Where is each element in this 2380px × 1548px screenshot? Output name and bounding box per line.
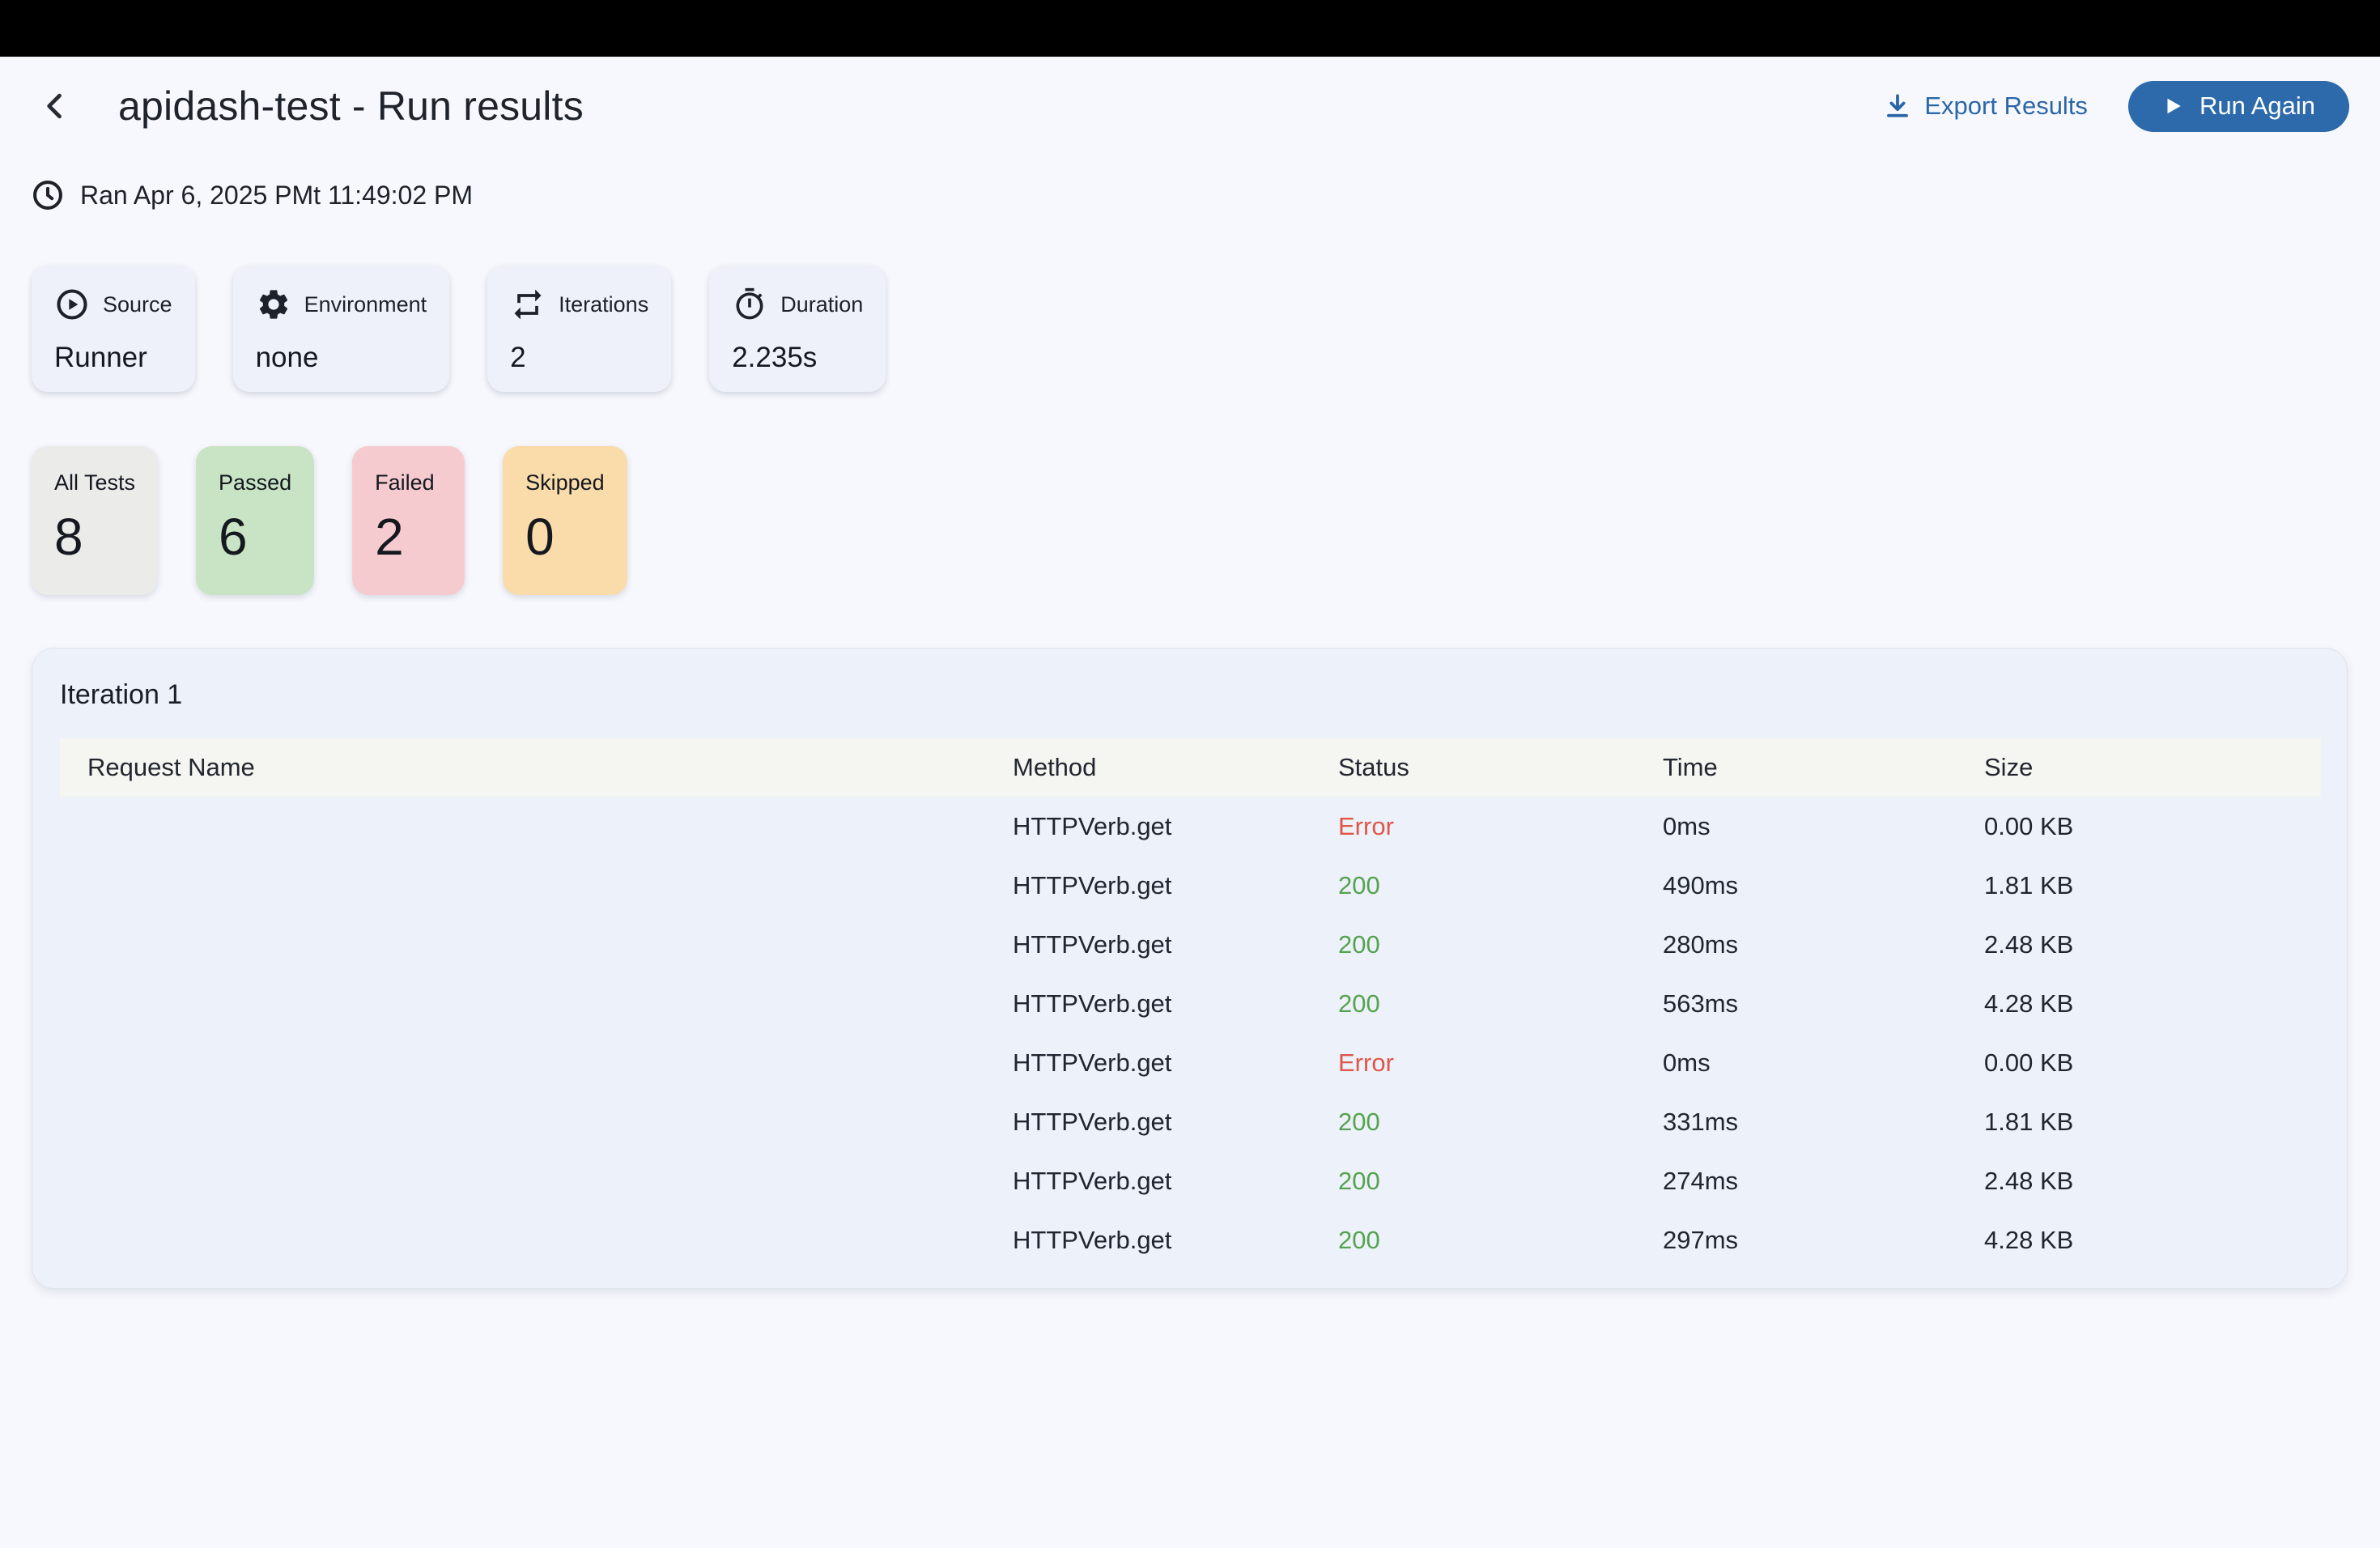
info-card-label: Iterations [559,292,648,317]
stat-card: Passed 6 [196,446,314,595]
column-header-status: Status [1338,753,1663,782]
size-cell: 2.48 KB [1984,930,2321,959]
play-icon [2162,96,2183,117]
status-cell: Error [1338,812,1663,841]
info-card-source: Source Runner [32,266,195,392]
iteration-title: Iteration 1 [60,678,2321,711]
status-cell: 200 [1338,989,1663,1019]
play-circle-icon [54,287,90,322]
table-row: HTTPVerb.get Error 0ms 0.00 KB [60,1033,2321,1092]
table-row: HTTPVerb.get 200 280ms 2.48 KB [60,915,2321,974]
method-cell: HTTPVerb.get [1013,930,1338,959]
stat-card-label: All Tests [54,470,135,495]
table-row: HTTPVerb.get 200 331ms 1.81 KB [60,1092,2321,1151]
info-card-environment: Environment none [233,266,450,392]
table-row: HTTPVerb.get 200 490ms 1.81 KB [60,856,2321,915]
method-cell: HTTPVerb.get [1013,989,1338,1019]
gear-icon [256,287,291,322]
size-cell: 2.48 KB [1984,1167,2321,1196]
stat-card: All Tests 8 [32,446,158,595]
download-icon [1882,91,1913,121]
stat-card-value: 6 [219,507,291,567]
info-card-value: 2.235s [732,342,863,374]
stat-card-label: Skipped [525,470,605,495]
size-cell: 4.28 KB [1984,1226,2321,1255]
info-card-value: 2 [510,342,648,374]
size-cell: 0.00 KB [1984,1048,2321,1078]
table-row: HTTPVerb.get Error 0ms 0.00 KB [60,797,2321,856]
run-again-button[interactable]: Run Again [2128,81,2349,132]
method-cell: HTTPVerb.get [1013,871,1338,900]
page-title: apidash-test - Run results [118,83,584,130]
page-header: apidash-test - Run results Export Result… [0,57,2380,155]
method-cell: HTTPVerb.get [1013,1108,1338,1137]
stat-card: Skipped 0 [503,446,627,595]
info-card-label: Environment [304,292,427,317]
run-timestamp: Ran Apr 6, 2025 PMt 11:49:02 PM [30,176,2380,214]
time-cell: 297ms [1663,1226,1984,1255]
method-cell: HTTPVerb.get [1013,1167,1338,1196]
time-cell: 280ms [1663,930,1984,959]
stat-card-label: Failed [375,470,442,495]
table-row: HTTPVerb.get 200 563ms 4.28 KB [60,974,2321,1033]
column-header-time: Time [1663,753,1984,782]
method-cell: HTTPVerb.get [1013,812,1338,841]
table-header-row: Request Name Method Status Time Size [60,738,2321,797]
time-cell: 563ms [1663,989,1984,1019]
status-cell: 200 [1338,871,1663,900]
size-cell: 4.28 KB [1984,989,2321,1019]
info-card-value: none [256,342,427,374]
info-card-duration: Duration 2.235s [709,266,886,392]
window-topbar [0,0,2380,57]
method-cell: HTTPVerb.get [1013,1226,1338,1255]
run-again-label: Run Again [2199,91,2315,121]
stopwatch-icon [732,287,767,322]
table-row: HTTPVerb.get 200 274ms 2.48 KB [60,1151,2321,1210]
column-header-request-name: Request Name [60,753,1013,782]
time-cell: 0ms [1663,1048,1984,1078]
method-cell: HTTPVerb.get [1013,1048,1338,1078]
info-card-label: Duration [780,292,863,317]
column-header-size: Size [1984,753,2321,782]
status-cell: 200 [1338,1226,1663,1255]
chevron-left-icon [37,88,73,124]
repeat-icon [510,287,546,322]
status-cell: 200 [1338,1167,1663,1196]
export-results-button[interactable]: Export Results [1882,91,2088,121]
status-cell: 200 [1338,1108,1663,1137]
size-cell: 1.81 KB [1984,871,2321,900]
time-cell: 274ms [1663,1167,1984,1196]
test-stat-cards: All Tests 8 Passed 6 Failed 2 Skipped 0 [32,446,2380,595]
clock-icon [30,177,66,213]
run-results-page: apidash-test - Run results Export Result… [0,57,2380,1548]
run-info-cards: Source Runner Environment none Iteration… [32,266,2380,392]
info-card-value: Runner [54,342,172,374]
status-cell: Error [1338,1048,1663,1078]
time-cell: 331ms [1663,1108,1984,1137]
table-row: HTTPVerb.get 200 297ms 4.28 KB [60,1210,2321,1269]
back-button[interactable] [36,87,74,125]
stat-card-label: Passed [219,470,291,495]
stat-card: Failed 2 [352,446,465,595]
table-body: HTTPVerb.get Error 0ms 0.00 KB HTTPVerb.… [60,797,2321,1269]
export-results-label: Export Results [1924,91,2088,121]
size-cell: 0.00 KB [1984,812,2321,841]
size-cell: 1.81 KB [1984,1108,2321,1137]
results-table: Request Name Method Status Time Size HTT… [60,738,2321,1269]
stat-card-value: 2 [375,507,442,567]
column-header-method: Method [1013,753,1338,782]
info-card-iterations: Iterations 2 [487,266,671,392]
time-cell: 0ms [1663,812,1984,841]
time-cell: 490ms [1663,871,1984,900]
iteration-panel: Iteration 1 Request Name Method Status T… [32,648,2348,1289]
stat-card-value: 0 [525,507,605,567]
status-cell: 200 [1338,930,1663,959]
info-card-label: Source [103,292,172,317]
run-timestamp-text: Ran Apr 6, 2025 PMt 11:49:02 PM [80,181,473,211]
stat-card-value: 8 [54,507,135,567]
